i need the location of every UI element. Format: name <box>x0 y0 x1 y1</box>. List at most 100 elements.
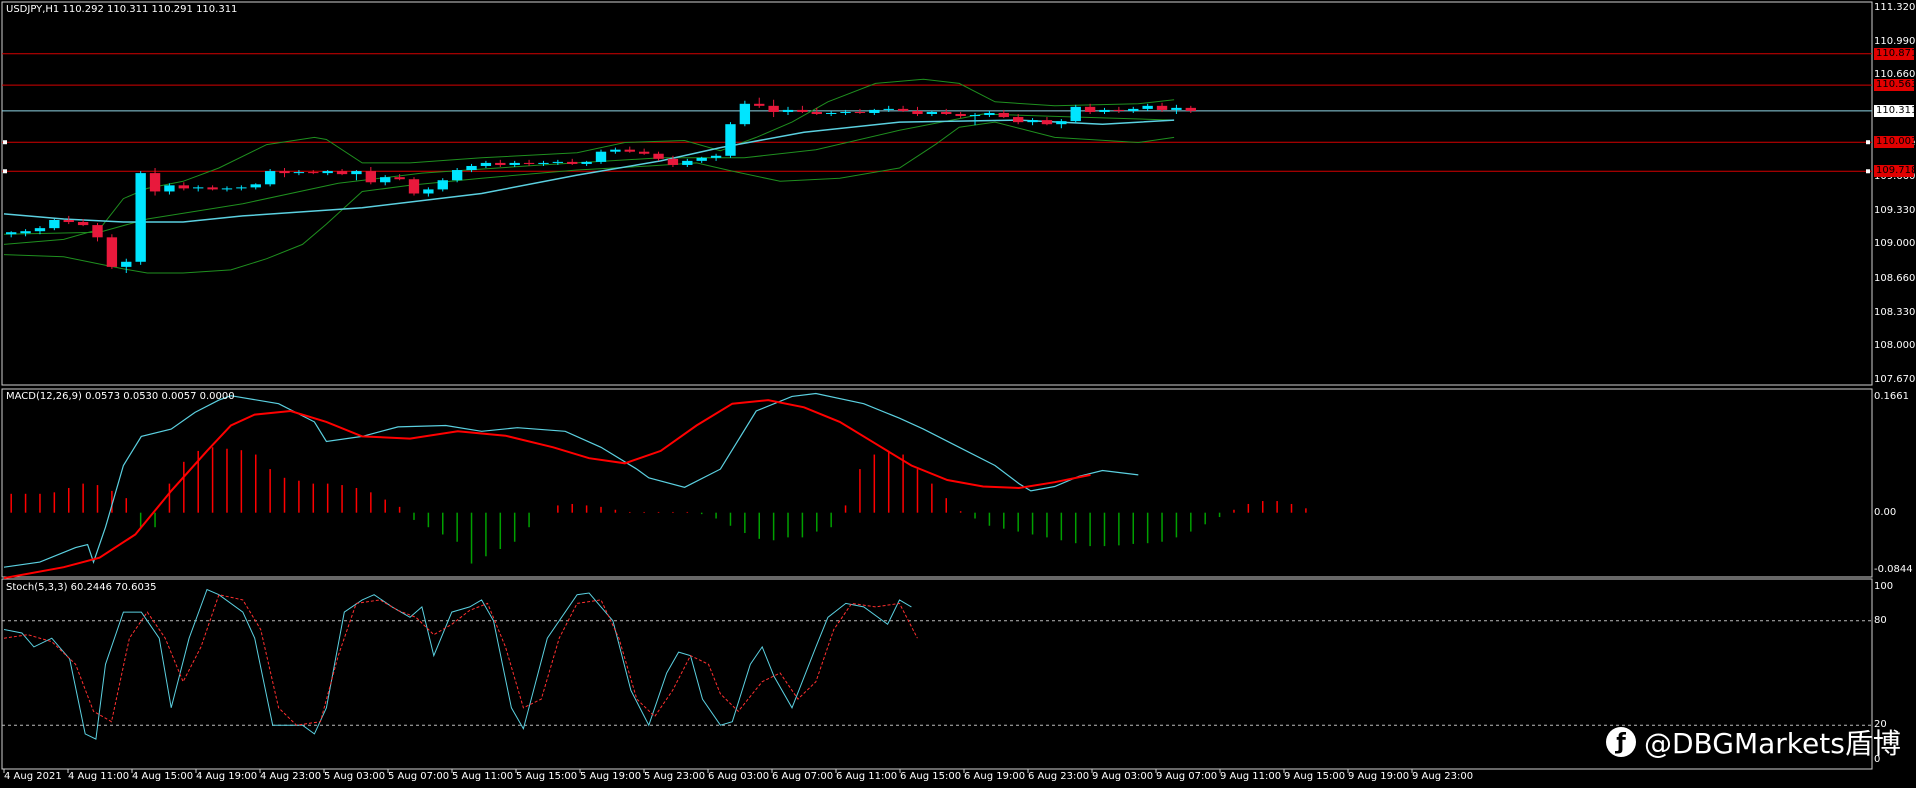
time-axis-label: 6 Aug 23:00 <box>1028 771 1090 782</box>
time-axis-label: 6 Aug 15:00 <box>900 771 962 782</box>
candle-body <box>207 187 218 190</box>
time-axis-label: 5 Aug 07:00 <box>388 771 450 782</box>
candle-body <box>466 165 477 171</box>
time-axis-label: 5 Aug 15:00 <box>516 771 578 782</box>
weibo-icon: ƒ <box>1606 727 1636 757</box>
time-axis-label: 4 Aug 2021 <box>4 771 62 782</box>
candle-body <box>926 111 938 114</box>
candle-body <box>523 162 535 164</box>
candle-body <box>667 158 679 165</box>
candle-body <box>149 173 161 192</box>
candle-body <box>567 161 578 164</box>
candle-body <box>1128 108 1139 111</box>
panel-border <box>1 1 1873 386</box>
candle-body <box>1171 107 1182 110</box>
main-chart-title: USDJPY,H1 110.292 110.311 110.291 110.31… <box>6 4 238 15</box>
price-tag: 110.563 <box>1874 79 1916 92</box>
candle-body <box>106 237 118 267</box>
price-axis-label: 110.990 <box>1874 35 1916 47</box>
bollinger-lower <box>3 121 1175 274</box>
macd-title: MACD(12,26,9) 0.0573 0.0530 0.0057 0.000… <box>6 391 235 402</box>
candle-body <box>538 162 549 164</box>
candle-body <box>77 222 89 226</box>
stoch-axis-label: 80 <box>1874 614 1887 626</box>
price-axis-label: 107.670 <box>1874 374 1916 385</box>
time-axis-label: 5 Aug 11:00 <box>452 771 514 782</box>
candle-body <box>6 232 17 235</box>
candle-body <box>480 162 492 166</box>
candle-body <box>1099 109 1110 112</box>
price-axis-label: 108.000 <box>1874 340 1916 352</box>
candle-body <box>1113 109 1125 111</box>
watermark: ƒ @DBGMarkets盾博 <box>1606 722 1901 762</box>
candle-body <box>1027 120 1038 123</box>
candle-body <box>682 160 693 165</box>
candle-body <box>380 177 391 183</box>
price-tag: 110.871 <box>1874 47 1916 60</box>
trading-chart[interactable] <box>0 0 1916 788</box>
candle-body <box>581 161 592 164</box>
time-axis-label: 4 Aug 11:00 <box>68 771 130 782</box>
panel-border <box>1 578 1873 770</box>
stoch-title: Stoch(5,3,3) 60.2446 70.6035 <box>6 582 157 593</box>
candle-body <box>768 105 779 112</box>
candle-body <box>336 171 348 175</box>
candle-body <box>754 103 765 106</box>
time-axis-label: 5 Aug 03:00 <box>324 771 386 782</box>
stoch-axis-label: 100 <box>1874 581 1894 592</box>
candle-body <box>1041 120 1053 125</box>
candle-body <box>92 225 103 238</box>
candle-body <box>725 124 736 156</box>
time-axis-label: 4 Aug 15:00 <box>132 771 194 782</box>
candle-body <box>394 177 405 180</box>
candle-body <box>897 108 909 111</box>
candle-body <box>1013 117 1024 123</box>
price-tag: 110.311 <box>1874 104 1916 117</box>
macd-axis-label: -0.0844 <box>1874 564 1913 575</box>
time-axis-label: 5 Aug 23:00 <box>644 771 706 782</box>
candle-body <box>883 108 894 110</box>
price-axis-label: 109.330 <box>1874 204 1916 216</box>
level-marker-right <box>1866 169 1870 174</box>
panel-border <box>1 388 1873 578</box>
candle-body <box>825 112 837 114</box>
candle-body <box>1156 105 1168 110</box>
time-axis-label: 9 Aug 15:00 <box>1284 771 1346 782</box>
candle-body <box>423 189 434 194</box>
candle-body <box>653 153 664 159</box>
candle-body <box>955 113 966 117</box>
candle-body <box>984 112 995 116</box>
candle-body <box>322 171 333 174</box>
candle-body <box>941 111 952 114</box>
level-marker-right <box>1866 140 1870 145</box>
candle-body <box>624 149 635 152</box>
candle-body <box>638 151 650 154</box>
candle-body <box>20 231 31 234</box>
time-axis-label: 9 Aug 19:00 <box>1348 771 1410 782</box>
candle-body <box>250 184 261 188</box>
time-axis-label: 6 Aug 07:00 <box>772 771 834 782</box>
time-axis-label: 4 Aug 19:00 <box>196 771 258 782</box>
candle-body <box>279 171 290 174</box>
price-axis-label: 108.330 <box>1874 306 1916 318</box>
candle-body <box>408 179 420 194</box>
candle-body <box>782 109 794 112</box>
candle-body <box>221 188 233 190</box>
candle-body <box>840 111 851 113</box>
candle-body <box>1185 107 1196 111</box>
macd-axis-label: 0.1661 <box>1874 391 1909 402</box>
candle-body <box>869 109 880 113</box>
price-axis-label: 111.320 <box>1874 2 1916 13</box>
macd-axis-label: 0.00 <box>1874 506 1897 518</box>
candle-body <box>696 157 707 161</box>
candle-body <box>710 155 722 158</box>
candle-body <box>49 219 60 229</box>
candle-body <box>1056 121 1067 125</box>
time-axis-label: 4 Aug 23:00 <box>260 771 322 782</box>
candle-body <box>236 187 247 189</box>
price-tag: 110.003 <box>1874 136 1916 149</box>
time-axis-label: 9 Aug 07:00 <box>1156 771 1218 782</box>
candle-body <box>293 172 305 174</box>
time-axis-label: 6 Aug 19:00 <box>964 771 1026 782</box>
candle-body <box>739 103 751 125</box>
